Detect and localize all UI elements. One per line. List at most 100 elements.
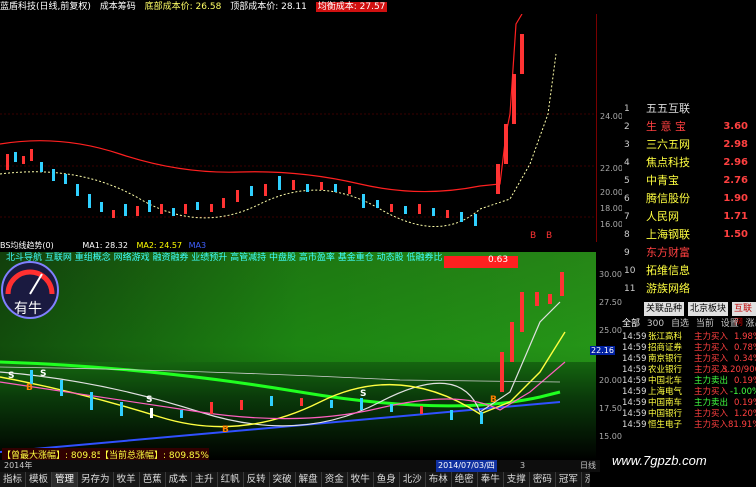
list-item[interactable]: 8 上海钢联 1.50 bbox=[622, 226, 756, 244]
tab-cost[interactable]: 成本 bbox=[166, 472, 192, 487]
indicator-header: BS均线趋势(0) MA1: 28.32 MA2: 24.57 MA3 bbox=[0, 240, 620, 252]
y-tick: 18.00 bbox=[600, 204, 623, 213]
y-tick: 20.00 bbox=[599, 376, 622, 385]
tab-bajiao[interactable]: 芭蕉 bbox=[140, 472, 166, 487]
tab-fanzhuan[interactable]: 反转 bbox=[244, 472, 270, 487]
trade-row[interactable]: 14:59招商证券主力买入0.78% bbox=[622, 343, 756, 354]
pct-label: 0.63 bbox=[488, 255, 509, 265]
trade-row[interactable]: 14:59上海电气主力买入-1.00% bbox=[622, 387, 756, 398]
y-tick: 17.50 bbox=[599, 404, 622, 413]
date-axis: 2014年 2014/07/03/四 3 日线 bbox=[0, 460, 600, 472]
tab-save-as[interactable]: 另存为 bbox=[78, 472, 114, 487]
list-item[interactable]: 2生 意 宝 3.60 bbox=[622, 118, 756, 136]
right-panel-subtabs: 全部 300 自选 当前 设置 涨出 设 bbox=[622, 318, 756, 330]
sell-marker: S bbox=[40, 369, 46, 379]
tab-zhusheng[interactable]: 主升 bbox=[192, 472, 218, 487]
y-tick: 30.00 bbox=[599, 270, 622, 279]
sell-marker: S bbox=[8, 371, 14, 381]
trade-row[interactable]: 14:59中国银行主力买入1.20% bbox=[622, 409, 756, 420]
title-bar: 蓝盾科技(日线,前复权) 成本筹码 底部成本价: 26.58 顶部成本价: 28… bbox=[0, 0, 756, 14]
tab-beisha[interactable]: 北沙 bbox=[400, 472, 426, 487]
related-stocks-list: 1 五五互联 2生 意 宝 3.60 3 三六五网 2.98 4 焦点科技 2.96 5 中青… bbox=[622, 100, 756, 300]
list-item[interactable]: 7 人民网 1.71 bbox=[622, 208, 756, 226]
trade-row[interactable]: 14:59恒生电子主力买入81.91% bbox=[622, 420, 756, 431]
tab-bulin[interactable]: 布林 bbox=[426, 472, 452, 487]
y-tick: 22.00 bbox=[600, 164, 623, 173]
tab-jiepan[interactable]: 解盘 bbox=[296, 472, 322, 487]
trade-row[interactable]: 14:59南京银行主力买入0.34% bbox=[622, 354, 756, 365]
subtab-rise[interactable]: 涨出 bbox=[746, 319, 756, 329]
tab-zhicheng[interactable]: 支撑 bbox=[504, 472, 530, 487]
trade-row[interactable]: 14:59张江高科主力买入1.98% bbox=[622, 332, 756, 343]
indicator-name[interactable]: BS均线趋势(0) bbox=[0, 241, 54, 250]
list-item[interactable]: 3 三六五网 2.98 bbox=[622, 136, 756, 154]
ma1-value: MA1: 28.32 bbox=[82, 241, 128, 250]
tab-indicator[interactable]: 指标 bbox=[0, 472, 27, 487]
buy-marker: B bbox=[222, 425, 229, 435]
date-extra: 3 bbox=[520, 461, 526, 470]
tab-internet[interactable]: 互联网 bbox=[732, 302, 756, 328]
current-price-tag: 22.16 bbox=[590, 346, 615, 355]
y-tick: 15.00 bbox=[599, 432, 622, 441]
tab-zijin[interactable]: 资金 bbox=[322, 472, 348, 487]
list-item[interactable]: 4 焦点科技 2.96 bbox=[622, 154, 756, 172]
price-chart[interactable]: B B bbox=[0, 13, 596, 242]
list-item[interactable]: 6 腾信股份 1.90 bbox=[622, 190, 756, 208]
tab-yushen[interactable]: 鱼身 bbox=[374, 472, 400, 487]
avg-cost: 均衡成本: 27.57 bbox=[315, 2, 388, 12]
site-watermark: www.7gpzb.com bbox=[612, 453, 707, 468]
bottom-cost: 底部成本价: 26.58 bbox=[144, 2, 222, 12]
tab-guanjun[interactable]: 冠军 bbox=[556, 472, 582, 487]
year-label: 2014年 bbox=[4, 461, 33, 470]
cost-indicator-label: 成本筹码 bbox=[99, 2, 136, 12]
trade-row[interactable]: 14:59中国北车主力卖出0.19% bbox=[622, 376, 756, 387]
y-tick: 20.00 bbox=[600, 188, 623, 197]
sell-marker: S bbox=[360, 389, 366, 399]
tab-hongfan[interactable]: 红帆 bbox=[218, 472, 244, 487]
tab-muyang[interactable]: 牧羊 bbox=[114, 472, 140, 487]
ma3-value: MA3 bbox=[188, 241, 207, 250]
tab-muniu[interactable]: 牧牛 bbox=[348, 472, 374, 487]
subtab-watchlist[interactable]: 自选 bbox=[671, 319, 689, 329]
y-tick: 27.50 bbox=[599, 298, 622, 307]
tab-template[interactable]: 模板 bbox=[26, 472, 53, 487]
stock-title: 蓝盾科技(日线,前复权) bbox=[0, 2, 91, 12]
sell-marker: S bbox=[146, 395, 152, 405]
indicator-tab-bar: 指标 模板 管理 另存为 牧羊 芭蕉 成本 主升 红帆 反转 突破 解盘 资金 牧牛 鱼身 北沙 布林 绝密 奉牛支… bbox=[0, 472, 590, 487]
tab-zhangting[interactable]: 涨停 bbox=[582, 472, 590, 487]
gauge-label: 有牛 bbox=[14, 301, 42, 317]
upper-band-line bbox=[0, 13, 523, 193]
list-item[interactable]: 10 拓维信息 bbox=[622, 262, 756, 280]
list-item[interactable]: 9 东方财富 bbox=[622, 244, 756, 262]
list-item[interactable]: 5 中青宝 2.76 bbox=[622, 172, 756, 190]
upper-candles bbox=[6, 34, 524, 226]
period-label: 日线 bbox=[580, 461, 596, 470]
indicator-chart-svg: S S B S S B B bbox=[0, 252, 596, 460]
tab-related[interactable]: 关联品种 bbox=[644, 302, 685, 316]
list-item[interactable]: 1 五五互联 bbox=[622, 100, 756, 118]
indicator-chart[interactable]: S S B S S B B 北斗导航 互联网 重组概念 网络游戏 融资融券 业绩… bbox=[0, 252, 596, 461]
subtab-300[interactable]: 300 bbox=[647, 319, 664, 329]
tab-mima[interactable]: 密码 bbox=[530, 472, 556, 487]
subtab-settings[interactable]: 设置 bbox=[721, 319, 739, 329]
subtab-current[interactable]: 当前 bbox=[696, 319, 714, 329]
main-force-trades: 14:59张江高科主力买入1.98% 14:59招商证券主力买入0.78% 14… bbox=[622, 332, 756, 440]
price-chart-svg: B B bbox=[0, 13, 596, 241]
tab-manage[interactable]: 管理 bbox=[52, 472, 79, 487]
y-tick: 16.00 bbox=[600, 220, 623, 229]
indicator-y-axis: 30.00 27.50 25.00 22.16 20.00 17.50 15.0… bbox=[590, 252, 622, 460]
y-tick: 24.00 bbox=[600, 112, 623, 121]
trade-row[interactable]: 14:59中国南车主力卖出0.19% bbox=[622, 398, 756, 409]
trade-row[interactable]: 14:59农业银行主力买入3.20/906 bbox=[622, 365, 756, 376]
list-item[interactable]: 11 游族网络 bbox=[622, 280, 756, 298]
ma2-value: MA2: 24.57 bbox=[136, 241, 183, 250]
tab-juemi[interactable]: 绝密 bbox=[452, 472, 478, 487]
top-cost: 顶部成本价: 28.11 bbox=[230, 2, 307, 12]
subtab-all[interactable]: 全部 bbox=[622, 319, 640, 329]
tab-tupo[interactable]: 突破 bbox=[270, 472, 296, 487]
lower-band-line bbox=[0, 53, 557, 227]
tab-fengniu[interactable]: 奉牛 bbox=[478, 472, 504, 487]
tab-beijing[interactable]: 北京板块 bbox=[688, 302, 729, 316]
y-tick: 25.00 bbox=[599, 326, 622, 335]
cursor-date: 2014/07/03/四 bbox=[436, 460, 497, 472]
